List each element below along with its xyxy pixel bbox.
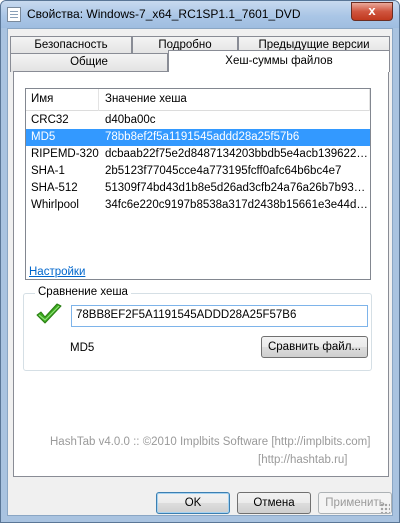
properties-window: Свойства: Windows-7_x64_RC1SP1.1_7601_DV… xyxy=(0,0,400,523)
compare-file-button[interactable]: Сравнить файл... xyxy=(261,336,368,358)
list-item[interactable]: RIPEMD-320 dcbaab22f75e2d8487134203bbdb5e… xyxy=(26,146,370,163)
close-button[interactable]: x xyxy=(351,2,393,21)
column-header-name[interactable]: Имя xyxy=(31,93,53,105)
column-divider[interactable] xyxy=(369,89,370,111)
list-item[interactable]: CRC32 d40ba00c xyxy=(26,112,370,129)
hash-algorithm-name: CRC32 xyxy=(31,114,69,126)
credits-text: HashTab v4.0.0 :: ©2010 Implbits Softwar… xyxy=(50,436,371,448)
list-item[interactable]: Whirlpool 34fc6e220c9197b8538a317d2438b15… xyxy=(26,197,370,214)
hash-algorithm-name: SHA-512 xyxy=(31,182,78,194)
column-divider[interactable] xyxy=(98,89,99,111)
hash-value: 51309f74bd43d1b8e5d26ad3cfb24a76a26b7b93… xyxy=(105,182,369,194)
window-title: Свойства: Windows-7_x64_RC1SP1.1_7601_DV… xyxy=(27,7,301,21)
check-icon xyxy=(36,303,62,324)
hash-list[interactable]: Имя Значение хеша CRC32 d40ba00c MD5 78bb8e… xyxy=(25,88,371,280)
dialog-client: Безопасность Подробно Предыдущие версии … xyxy=(7,28,393,516)
hash-value: 78bb8ef2f5a1191545addd28a25f57b6 xyxy=(105,131,300,143)
matched-algorithm-label: MD5 xyxy=(70,342,95,354)
hash-value: 2b5123f77045cce4a773195fcff0afc64b6bc4e7 xyxy=(105,165,342,177)
hash-algorithm-name: RIPEMD-320 xyxy=(31,148,99,160)
list-header: Имя Значение хеша xyxy=(26,89,370,111)
hash-algorithm-name: MD5 xyxy=(31,131,56,143)
website-text: [http://hashtab.ru] xyxy=(258,454,348,466)
hash-value: 34fc6e220c9197b8538a317d2438b15661e3e44d… xyxy=(105,199,369,211)
hash-compare-title: Сравнение хеша xyxy=(35,286,131,298)
hash-value: dcbaab22f75e2d8487134203bbdb5e4acb139622… xyxy=(105,148,369,160)
hash-value: d40ba00c xyxy=(105,114,156,126)
hash-compare-input[interactable]: 78BB8EF2F5A1191545ADDD28A25F57B6 xyxy=(71,305,368,327)
hash-algorithm-name: Whirlpool xyxy=(31,199,79,211)
hash-algorithm-name: SHA-1 xyxy=(31,165,65,177)
settings-link[interactable]: Настройки xyxy=(29,266,85,278)
panel-content: Имя Значение хеша CRC32 d40ba00c MD5 78bb8e… xyxy=(8,29,394,517)
list-item[interactable]: SHA-512 51309f74bd43d1b8e5d26ad3cfb24a76a… xyxy=(26,180,370,197)
title-bar[interactable]: Свойства: Windows-7_x64_RC1SP1.1_7601_DV… xyxy=(1,1,399,28)
list-item[interactable]: SHA-1 2b5123f77045cce4a773195fcff0afc64b6… xyxy=(26,163,370,180)
list-item[interactable]: MD5 78bb8ef2f5a1191545addd28a25f57b6 xyxy=(26,129,370,146)
document-icon xyxy=(7,7,21,22)
column-header-value[interactable]: Значение хеша xyxy=(105,93,187,105)
